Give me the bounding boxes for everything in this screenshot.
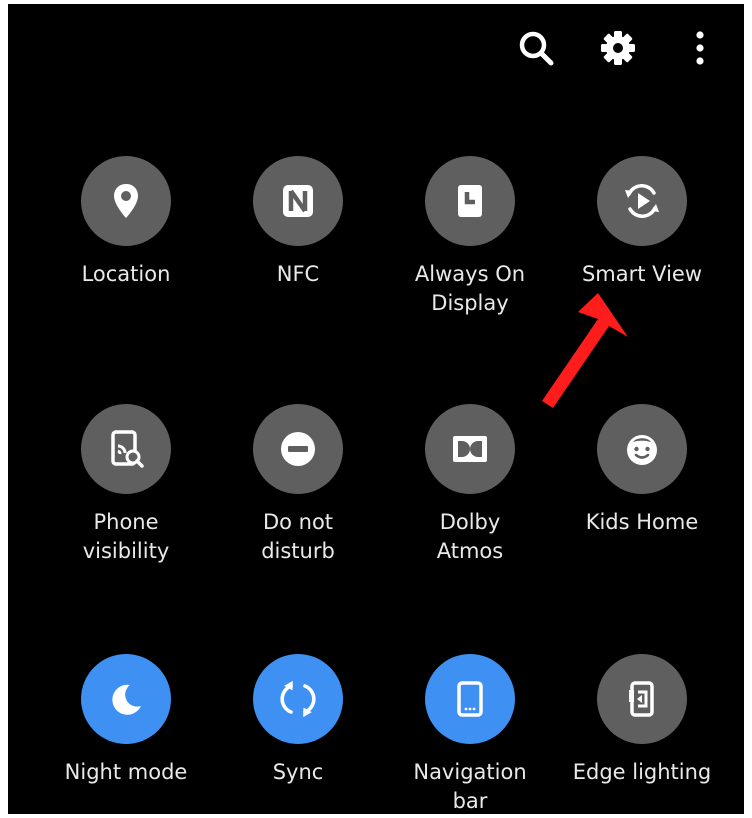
annotation-arrow xyxy=(542,293,628,408)
quick-settings-panel: Location NFC Always On Display Smart Vie… xyxy=(8,4,744,814)
